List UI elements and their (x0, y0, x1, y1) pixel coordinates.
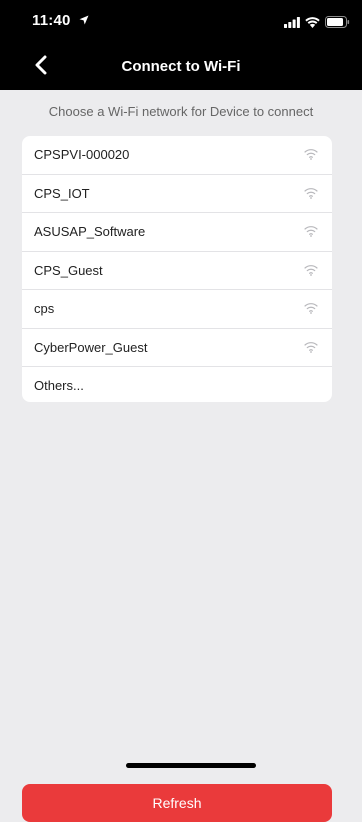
network-list: CPSPVI-000020 CPS_IOT ASUSAP_Software CP… (22, 136, 332, 402)
wifi-icon (304, 341, 318, 353)
network-item-asusap-software[interactable]: ASUSAP_Software (22, 213, 332, 252)
wifi-icon (304, 264, 318, 276)
status-time-text: 11:40 (32, 12, 71, 29)
network-item-cyberpower-guest[interactable]: CyberPower_Guest (22, 329, 332, 367)
nav-bar: Connect to Wi-Fi (0, 44, 362, 90)
network-item-cps[interactable]: cps (22, 290, 332, 329)
network-item-cpspvi-000020[interactable]: CPSPVI-000020 (22, 136, 332, 175)
page-title: Connect to Wi-Fi (121, 58, 241, 75)
wifi-status-icon (305, 15, 320, 33)
location-arrow-icon (79, 12, 89, 29)
instruction-text: Choose a Wi-Fi network for Device to con… (48, 104, 314, 119)
network-item-others[interactable]: Others... (22, 367, 332, 402)
status-bar: 11:40 (0, 0, 362, 44)
network-item-cps-iot[interactable]: CPS_IOT (22, 175, 332, 213)
network-name: CPSPVI-000020 (34, 147, 130, 162)
refresh-button[interactable]: Refresh (22, 784, 332, 822)
network-item-cps-guest[interactable]: CPS_Guest (22, 252, 332, 290)
status-time: 11:40 (32, 12, 89, 29)
wifi-icon (304, 187, 318, 199)
main-content: Choose a Wi-Fi network for Device to con… (0, 90, 362, 822)
status-icons (284, 15, 350, 33)
network-name: CyberPower_Guest (34, 339, 148, 355)
wifi-icon (304, 303, 318, 314)
network-name: CPS_IOT (34, 185, 90, 201)
wifi-icon (304, 226, 318, 237)
battery-icon (325, 15, 350, 33)
home-indicator (126, 763, 256, 768)
network-name: ASUSAP_Software (34, 224, 146, 239)
wifi-icon (304, 149, 318, 160)
network-name: CPS_Guest (34, 262, 103, 278)
signal-icon (284, 15, 300, 33)
network-name: Others... (34, 378, 84, 393)
network-name: cps (34, 301, 55, 316)
